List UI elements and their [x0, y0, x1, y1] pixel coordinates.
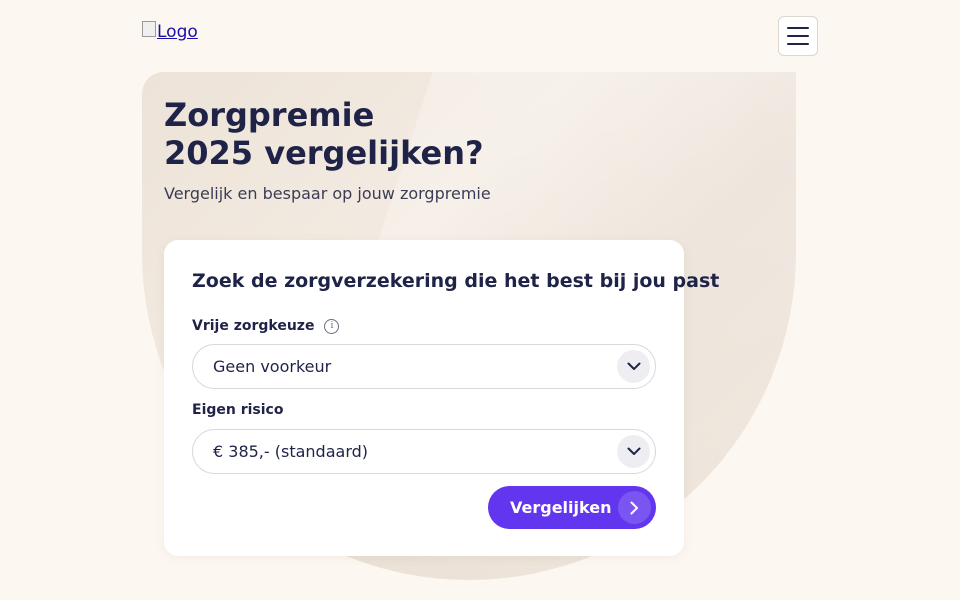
page-subtitle: Vergelijk en bespaar op jouw zorgpremie: [164, 184, 491, 203]
search-form-card: Zoek de zorgverzekering die het best bij…: [164, 240, 719, 556]
eigen-risico-select[interactable]: € 385,- (standaard): [192, 429, 656, 474]
form-title: Zoek de zorgverzekering die het best bij…: [192, 270, 720, 292]
info-icon[interactable]: i: [324, 318, 340, 334]
chevron-right-icon: [618, 491, 651, 524]
hamburger-icon-bar: [787, 27, 809, 29]
page-title: Zorgpremie 2025 vergelijken?: [164, 96, 564, 172]
vergelijken-button[interactable]: Vergelijken: [488, 486, 656, 529]
vergelijken-button-label: Vergelijken: [510, 498, 612, 517]
eigen-risico-label: Eigen risico: [192, 402, 283, 418]
vrije-zorgkeuze-value: Geen voorkeur: [213, 357, 332, 376]
vrije-zorgkeuze-select[interactable]: Geen voorkeur: [192, 344, 656, 389]
vrije-zorgkeuze-label-text: Vrije zorgkeuze: [192, 318, 315, 334]
eigen-risico-label-text: Eigen risico: [192, 402, 284, 418]
logo-link[interactable]: Logo: [142, 21, 198, 42]
top-bar: Logo: [142, 16, 818, 58]
chevron-down-icon: [617, 350, 650, 383]
logo-alt-text: Logo: [157, 22, 198, 42]
chevron-down-icon: [617, 435, 650, 468]
eigen-risico-value: € 385,- (standaard): [213, 442, 369, 461]
page-title-line-1: Zorgpremie: [164, 96, 375, 134]
vrije-zorgkeuze-label: Vrije zorgkeuze i: [192, 318, 340, 334]
hamburger-icon-bar: [787, 35, 809, 37]
page-title-line-2: 2025 vergelijken?: [164, 134, 484, 172]
hamburger-icon-bar: [787, 43, 809, 45]
logo-image-placeholder: [142, 21, 156, 37]
menu-button[interactable]: [778, 16, 818, 56]
